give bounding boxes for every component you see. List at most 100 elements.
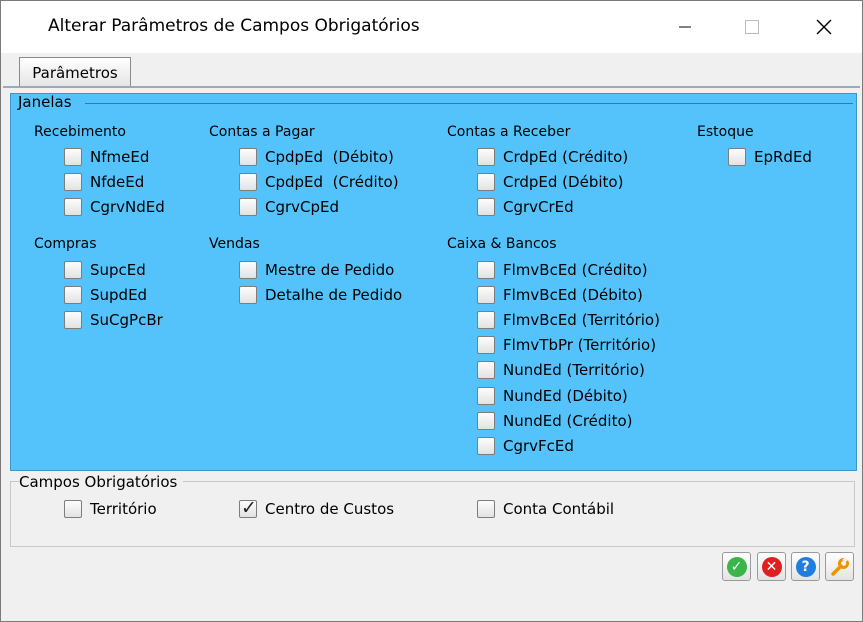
dialog-window: Alterar Parâmetros de Campos Obrigatório… xyxy=(0,0,863,622)
checkbox-flmvbced-debito[interactable]: FlmvBcEd (Débito) xyxy=(477,284,643,306)
checkbox-label: NfdeEd xyxy=(90,173,145,191)
checkbox-supced[interactable]: SupcEd xyxy=(64,259,146,281)
maximize-button[interactable] xyxy=(729,1,775,53)
checkbox-flmvtbpr-territorio[interactable]: FlmvTbPr (Território) xyxy=(477,334,656,356)
checkbox-box[interactable] xyxy=(239,148,257,166)
window-title: Alterar Parâmetros de Campos Obrigatório… xyxy=(48,16,420,36)
checkbox-box[interactable] xyxy=(64,311,82,329)
checkbox-label: CgrvFcEd xyxy=(503,437,574,455)
vendas-header: Vendas xyxy=(209,236,260,252)
checkbox-box[interactable] xyxy=(477,500,495,518)
checkbox-cgrvnded[interactable]: CgrvNdEd xyxy=(64,196,165,218)
checkbox-centro-custos[interactable]: Centro de Custos xyxy=(239,497,395,520)
checkbox-nunded-territorio[interactable]: NundEd (Território) xyxy=(477,359,645,381)
checkbox-label: CgrvCrEd xyxy=(503,198,574,216)
checkbox-cpdped-debito[interactable]: CpdpEd (Débito) xyxy=(239,146,394,168)
checkbox-box[interactable] xyxy=(477,261,495,279)
tab-parametros[interactable]: Parâmetros xyxy=(19,57,131,87)
checkbox-nfdeed[interactable]: NfdeEd xyxy=(64,171,144,193)
contas-pagar-header: Contas a Pagar xyxy=(209,124,315,140)
checkbox-cgrvcred[interactable]: CgrvCrEd xyxy=(477,196,574,218)
minimize-icon xyxy=(679,26,691,28)
checkbox-label: Território xyxy=(90,500,157,518)
checkbox-nfmeed[interactable]: NfmeEd xyxy=(64,146,149,168)
checkbox-box[interactable] xyxy=(477,311,495,329)
checkbox-label: CgrvNdEd xyxy=(90,198,165,216)
checkbox-label: FlmvBcEd (Débito) xyxy=(503,286,643,304)
checkbox-box[interactable] xyxy=(477,336,495,354)
checkbox-label: CpdpEd (Débito) xyxy=(265,148,394,166)
checkbox-cpdped-credito[interactable]: CpdpEd (Crédito) xyxy=(239,171,399,193)
checkbox-flmvbced-territorio[interactable]: FlmvBcEd (Território) xyxy=(477,309,660,331)
checkbox-label: FlmvTbPr (Território) xyxy=(503,336,657,354)
wrench-icon xyxy=(830,556,849,576)
checkbox-conta-contabil[interactable]: Conta Contábil xyxy=(477,498,614,520)
checkbox-eprded[interactable]: EpRdEd xyxy=(728,146,812,168)
janelas-legend: Janelas xyxy=(18,93,72,111)
checkbox-label: SuCgPcBr xyxy=(90,311,163,329)
checkbox-cgrvcped[interactable]: CgrvCpEd xyxy=(239,196,339,218)
checkbox-mestre-pedido[interactable]: Mestre de Pedido xyxy=(239,259,394,281)
checkbox-box[interactable] xyxy=(64,261,82,279)
checkbox-territorio[interactable]: Território xyxy=(64,498,157,520)
checkbox-label: FlmvBcEd (Território) xyxy=(503,311,660,329)
checkbox-box[interactable] xyxy=(64,173,82,191)
checkbox-label: CpdpEd (Crédito) xyxy=(265,173,399,191)
check-icon: ✓ xyxy=(726,556,747,577)
tab-strip: Parâmetros xyxy=(1,53,862,88)
close-icon xyxy=(816,19,832,35)
checkbox-box[interactable] xyxy=(239,173,257,191)
minimize-button[interactable] xyxy=(662,1,708,53)
checkbox-label: Mestre de Pedido xyxy=(265,261,395,279)
checkbox-crdped-debito[interactable]: CrdpEd (Débito) xyxy=(477,171,623,193)
checkbox-box[interactable] xyxy=(477,198,495,216)
checkbox-box[interactable] xyxy=(477,148,495,166)
checkbox-box[interactable] xyxy=(64,500,82,518)
checkbox-box[interactable] xyxy=(239,286,257,304)
checkbox-label: Conta Contábil xyxy=(503,500,615,518)
checkbox-box[interactable] xyxy=(477,412,495,430)
config-button[interactable] xyxy=(825,552,854,581)
close-window-button[interactable] xyxy=(801,1,847,53)
tab-underline xyxy=(3,86,860,88)
checkbox-box[interactable] xyxy=(477,437,495,455)
checkbox-box[interactable] xyxy=(477,286,495,304)
checkbox-detalhe-pedido[interactable]: Detalhe de Pedido xyxy=(239,284,402,306)
checkbox-label: NfmeEd xyxy=(90,148,150,166)
caixa-bancos-header: Caixa & Bancos xyxy=(447,236,557,252)
checkbox-crdped-credito[interactable]: CrdpEd (Crédito) xyxy=(477,146,628,168)
checkbox-label: Detalhe de Pedido xyxy=(265,286,403,304)
recebimento-header: Recebimento xyxy=(34,124,126,140)
checkbox-box[interactable] xyxy=(239,261,257,279)
janelas-divider xyxy=(85,103,853,104)
checkbox-nunded-debito[interactable]: NundEd (Débito) xyxy=(477,385,628,407)
maximize-icon xyxy=(745,20,759,34)
checkbox-nunded-credito[interactable]: NundEd (Crédito) xyxy=(477,410,633,432)
help-button[interactable]: ? xyxy=(791,552,820,581)
checkbox-label: NundEd (Débito) xyxy=(503,387,628,405)
checkbox-sucgpcbr[interactable]: SuCgPcBr xyxy=(64,309,163,331)
checkbox-label: SupcEd xyxy=(90,261,146,279)
campos-obrigatorios-legend: Campos Obrigatórios xyxy=(19,473,184,491)
close-icon: ✕ xyxy=(761,556,782,577)
checkbox-cgrvfced[interactable]: CgrvFcEd xyxy=(477,435,574,457)
checkbox-label: FlmvBcEd (Crédito) xyxy=(503,261,648,279)
checkbox-label: Centro de Custos xyxy=(265,500,395,518)
checkbox-box[interactable] xyxy=(728,148,746,166)
checkbox-box[interactable] xyxy=(239,198,257,216)
cancel-button[interactable]: ✕ xyxy=(757,552,786,581)
checkbox-box[interactable] xyxy=(64,286,82,304)
checkbox-supded[interactable]: SupdEd xyxy=(64,284,147,306)
ok-button[interactable]: ✓ xyxy=(722,552,751,581)
checkbox-box[interactable] xyxy=(477,361,495,379)
checkbox-box[interactable] xyxy=(64,148,82,166)
checkbox-box[interactable] xyxy=(64,198,82,216)
checkbox-flmvbced-credito[interactable]: FlmvBcEd (Crédito) xyxy=(477,259,648,281)
checkbox-box[interactable] xyxy=(477,173,495,191)
estoque-header: Estoque xyxy=(697,124,754,140)
checkbox-label: SupdEd xyxy=(90,286,148,304)
checkbox-box-checked[interactable] xyxy=(239,497,257,519)
checkbox-label: NundEd (Crédito) xyxy=(503,412,633,430)
help-icon: ? xyxy=(795,556,816,577)
checkbox-box[interactable] xyxy=(477,387,495,405)
